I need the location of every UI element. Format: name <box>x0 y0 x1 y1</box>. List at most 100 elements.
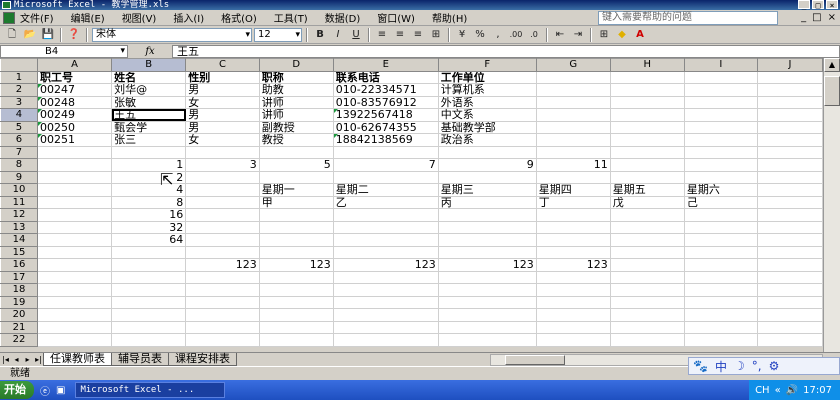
cell-g22[interactable] <box>535 333 611 347</box>
cell-d12[interactable] <box>258 208 334 222</box>
cell-g14[interactable] <box>535 233 611 247</box>
cell-c21[interactable] <box>185 320 260 334</box>
comma-button[interactable]: , <box>490 28 506 42</box>
increase-indent-icon[interactable]: ⇥ <box>570 28 586 42</box>
decrease-decimal-button[interactable]: .0 <box>526 28 542 42</box>
cell-i22[interactable] <box>683 333 758 347</box>
underline-button[interactable]: U <box>348 28 364 42</box>
cell-b19[interactable] <box>111 295 187 309</box>
save-icon[interactable]: 💾 <box>40 28 56 42</box>
cell-d11[interactable]: 甲 <box>258 195 334 209</box>
vertical-scrollbar[interactable]: ▲ <box>823 58 840 352</box>
row-header[interactable]: 12 <box>0 208 38 222</box>
cell-d4[interactable]: 讲师 <box>258 108 334 122</box>
row-header[interactable]: 4 <box>0 108 38 122</box>
first-sheet-icon[interactable]: |◂ <box>0 355 11 364</box>
menu-edit[interactable]: 编辑(E) <box>71 10 105 25</box>
row-header[interactable]: 7 <box>0 145 38 159</box>
cell-h22[interactable] <box>609 333 685 347</box>
cell-g20[interactable] <box>535 308 611 322</box>
cell-h14[interactable] <box>609 233 685 247</box>
cell-f22[interactable] <box>437 333 537 347</box>
cell-e20[interactable] <box>332 308 439 322</box>
cell-d1[interactable]: 职称 <box>258 70 334 84</box>
cell-j10[interactable] <box>756 183 824 197</box>
cell-c10[interactable] <box>185 183 260 197</box>
cell-b12[interactable]: 16 <box>111 208 187 222</box>
cell-b1[interactable]: 姓名 <box>111 70 187 84</box>
font-size-select[interactable]: 12 <box>254 27 302 42</box>
cell-i1[interactable] <box>683 70 758 84</box>
row-header[interactable]: 20 <box>0 308 38 322</box>
new-icon[interactable]: 🗋 <box>4 28 20 42</box>
cell-f14[interactable] <box>437 233 537 247</box>
row-header[interactable]: 1 <box>0 70 38 84</box>
cell-g11[interactable]: 丁 <box>535 195 611 209</box>
cell-i16[interactable] <box>683 258 758 272</box>
column-header[interactable]: I <box>683 58 758 72</box>
cell-c11[interactable] <box>185 195 260 209</box>
cell-b21[interactable] <box>111 320 187 334</box>
cell-j20[interactable] <box>756 308 824 322</box>
scroll-thumb[interactable] <box>824 76 840 106</box>
cell-j6[interactable] <box>756 133 824 147</box>
hscroll-thumb[interactable] <box>505 355 565 365</box>
cell-g2[interactable] <box>535 83 611 97</box>
cell-b17[interactable] <box>111 270 187 284</box>
sheet-tab-counselors[interactable]: 辅导员表 <box>111 353 169 366</box>
close-button[interactable]: × <box>826 0 838 10</box>
row-header[interactable]: 10 <box>0 183 38 197</box>
cell-h18[interactable] <box>609 283 685 297</box>
cell-f12[interactable] <box>437 208 537 222</box>
formula-input[interactable]: 王五 <box>172 44 840 58</box>
cell-b11[interactable]: 8 <box>111 195 187 209</box>
cell-j2[interactable] <box>756 83 824 97</box>
cell-f15[interactable] <box>437 245 537 259</box>
cell-d2[interactable]: 助教 <box>258 83 334 97</box>
cell-a17[interactable] <box>36 270 113 284</box>
cell-b22[interactable] <box>111 333 187 347</box>
cell-f17[interactable] <box>437 270 537 284</box>
cell-b15[interactable] <box>111 245 187 259</box>
menu-insert[interactable]: 插入(I) <box>173 10 204 25</box>
cell-e16[interactable]: 123 <box>332 258 439 272</box>
cell-h20[interactable] <box>609 308 685 322</box>
cell-b4[interactable]: 王五 <box>111 108 187 122</box>
align-center-icon[interactable]: ≡ <box>392 28 408 42</box>
row-header[interactable]: 2 <box>0 83 38 97</box>
cell-c19[interactable] <box>185 295 260 309</box>
row-header[interactable]: 3 <box>0 95 38 109</box>
cell-e9[interactable] <box>332 170 439 184</box>
cell-c9[interactable] <box>185 170 260 184</box>
cell-j13[interactable] <box>756 220 824 234</box>
cell-h9[interactable] <box>609 170 685 184</box>
merge-center-icon[interactable]: ⊞ <box>428 28 444 42</box>
cell-d13[interactable] <box>258 220 334 234</box>
cell-d3[interactable]: 讲师 <box>258 95 334 109</box>
cell-j11[interactable] <box>756 195 824 209</box>
cell-b13[interactable]: 32 <box>111 220 187 234</box>
cell-f6[interactable]: 政治系 <box>437 133 537 147</box>
cell-e19[interactable] <box>332 295 439 309</box>
row-header[interactable]: 6 <box>0 133 38 147</box>
cell-g15[interactable] <box>535 245 611 259</box>
taskbar-excel-item[interactable]: Microsoft Excel - ... <box>75 382 226 398</box>
cell-i20[interactable] <box>683 308 758 322</box>
cell-f1[interactable]: 工作单位 <box>437 70 537 84</box>
cell-i13[interactable] <box>683 220 758 234</box>
cell-a10[interactable] <box>36 183 113 197</box>
scroll-up-icon[interactable]: ▲ <box>824 58 840 72</box>
cell-i6[interactable] <box>683 133 758 147</box>
next-sheet-icon[interactable]: ▸ <box>22 355 33 364</box>
ime-moon-icon[interactable]: ☽ <box>734 359 745 373</box>
cell-b9[interactable]: 2 <box>111 170 187 184</box>
cell-b8[interactable]: 1 <box>111 158 187 172</box>
cell-c2[interactable]: 男 <box>185 83 260 97</box>
cell-j12[interactable] <box>756 208 824 222</box>
cell-e12[interactable] <box>332 208 439 222</box>
cell-f13[interactable] <box>437 220 537 234</box>
cell-a6[interactable]: 00251 <box>36 133 113 147</box>
cell-g17[interactable] <box>535 270 611 284</box>
cell-c15[interactable] <box>185 245 260 259</box>
open-icon[interactable]: 📂 <box>22 28 38 42</box>
